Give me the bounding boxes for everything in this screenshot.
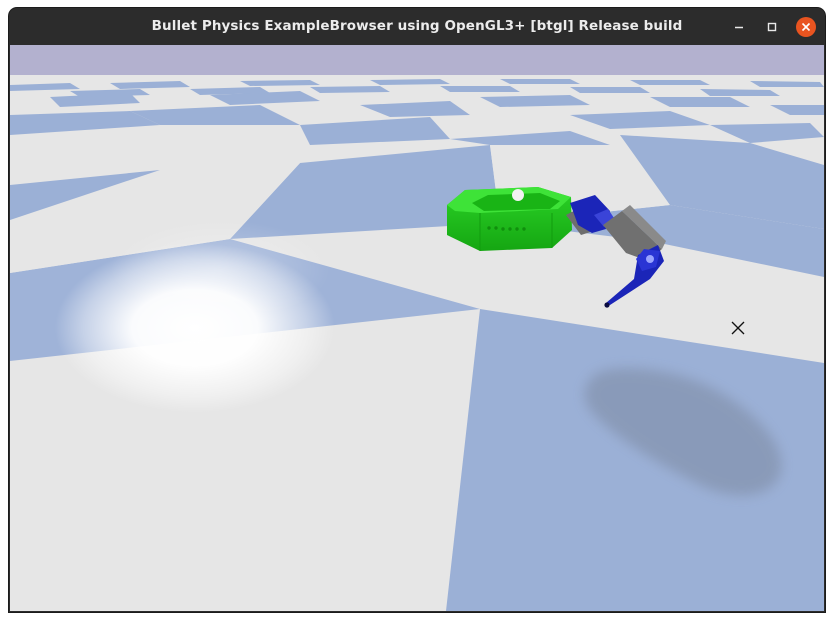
window-title: Bullet Physics ExampleBrowser using Open… bbox=[151, 18, 683, 34]
minimize-button[interactable] bbox=[729, 17, 749, 37]
opengl-viewport[interactable] bbox=[10, 45, 824, 611]
sky bbox=[10, 45, 824, 75]
maximize-icon bbox=[767, 22, 777, 32]
app-window: Bullet Physics ExampleBrowser using Open… bbox=[9, 8, 825, 612]
title-bar[interactable]: Bullet Physics ExampleBrowser using Open… bbox=[9, 8, 825, 45]
maximize-button[interactable] bbox=[762, 17, 782, 37]
close-icon bbox=[801, 22, 811, 32]
minimize-icon bbox=[735, 26, 743, 29]
robot-arm-green-base bbox=[447, 187, 572, 251]
scene-canvas bbox=[10, 45, 824, 611]
close-button[interactable] bbox=[796, 17, 816, 37]
light-glow bbox=[110, 220, 330, 320]
